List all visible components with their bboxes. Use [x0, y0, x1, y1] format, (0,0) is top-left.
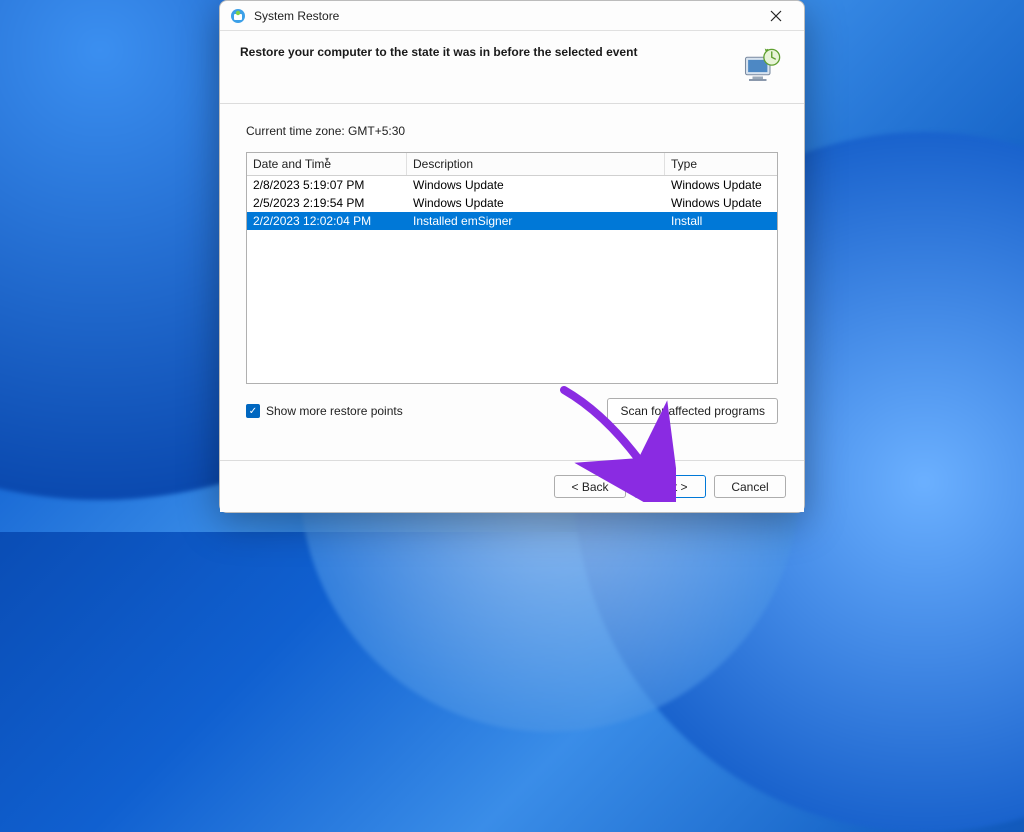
- cell-description: Windows Update: [407, 176, 665, 194]
- system-restore-dialog: System Restore Restore your computer to …: [219, 0, 805, 513]
- table-row[interactable]: 2/8/2023 5:19:07 PMWindows UpdateWindows…: [247, 176, 777, 194]
- show-more-label: Show more restore points: [266, 404, 403, 418]
- cell-description: Windows Update: [407, 194, 665, 212]
- system-restore-icon: [230, 8, 246, 24]
- cell-type: Windows Update: [665, 194, 777, 212]
- content-area: Current time zone: GMT+5:30 Date and Tim…: [220, 104, 804, 460]
- titlebar: System Restore: [220, 1, 804, 31]
- close-button[interactable]: [756, 3, 796, 29]
- cell-datetime: 2/8/2023 5:19:07 PM: [247, 176, 407, 194]
- cell-type: Windows Update: [665, 176, 777, 194]
- checkbox-checked-icon: ✓: [246, 404, 260, 418]
- header-band: Restore your computer to the state it wa…: [220, 31, 804, 103]
- column-header-type[interactable]: Type: [665, 153, 777, 175]
- window-title: System Restore: [254, 9, 756, 23]
- timezone-label: Current time zone: GMT+5:30: [246, 124, 778, 138]
- page-heading: Restore your computer to the state it wa…: [240, 45, 732, 59]
- restore-computer-icon: [742, 45, 784, 87]
- column-header-datetime[interactable]: Date and Time ▾: [247, 153, 407, 175]
- column-header-description[interactable]: Description: [407, 153, 665, 175]
- back-button[interactable]: < Back: [554, 475, 626, 498]
- table-row[interactable]: 2/2/2023 12:02:04 PMInstalled emSignerIn…: [247, 212, 777, 230]
- scan-affected-programs-button[interactable]: Scan for affected programs: [607, 398, 778, 424]
- cell-datetime: 2/2/2023 12:02:04 PM: [247, 212, 407, 230]
- restore-points-table: Date and Time ▾ Description Type 2/8/202…: [246, 152, 778, 384]
- next-button[interactable]: Next >: [634, 475, 706, 498]
- show-more-restore-points-checkbox[interactable]: ✓ Show more restore points: [246, 404, 403, 418]
- table-body: 2/8/2023 5:19:07 PMWindows UpdateWindows…: [247, 176, 777, 230]
- cell-type: Install: [665, 212, 777, 230]
- table-header-row: Date and Time ▾ Description Type: [247, 153, 777, 176]
- cancel-button[interactable]: Cancel: [714, 475, 786, 498]
- dialog-footer: < Back Next > Cancel: [220, 460, 804, 512]
- table-row[interactable]: 2/5/2023 2:19:54 PMWindows UpdateWindows…: [247, 194, 777, 212]
- sort-indicator-icon: ▾: [325, 155, 329, 164]
- cell-datetime: 2/5/2023 2:19:54 PM: [247, 194, 407, 212]
- cell-description: Installed emSigner: [407, 212, 665, 230]
